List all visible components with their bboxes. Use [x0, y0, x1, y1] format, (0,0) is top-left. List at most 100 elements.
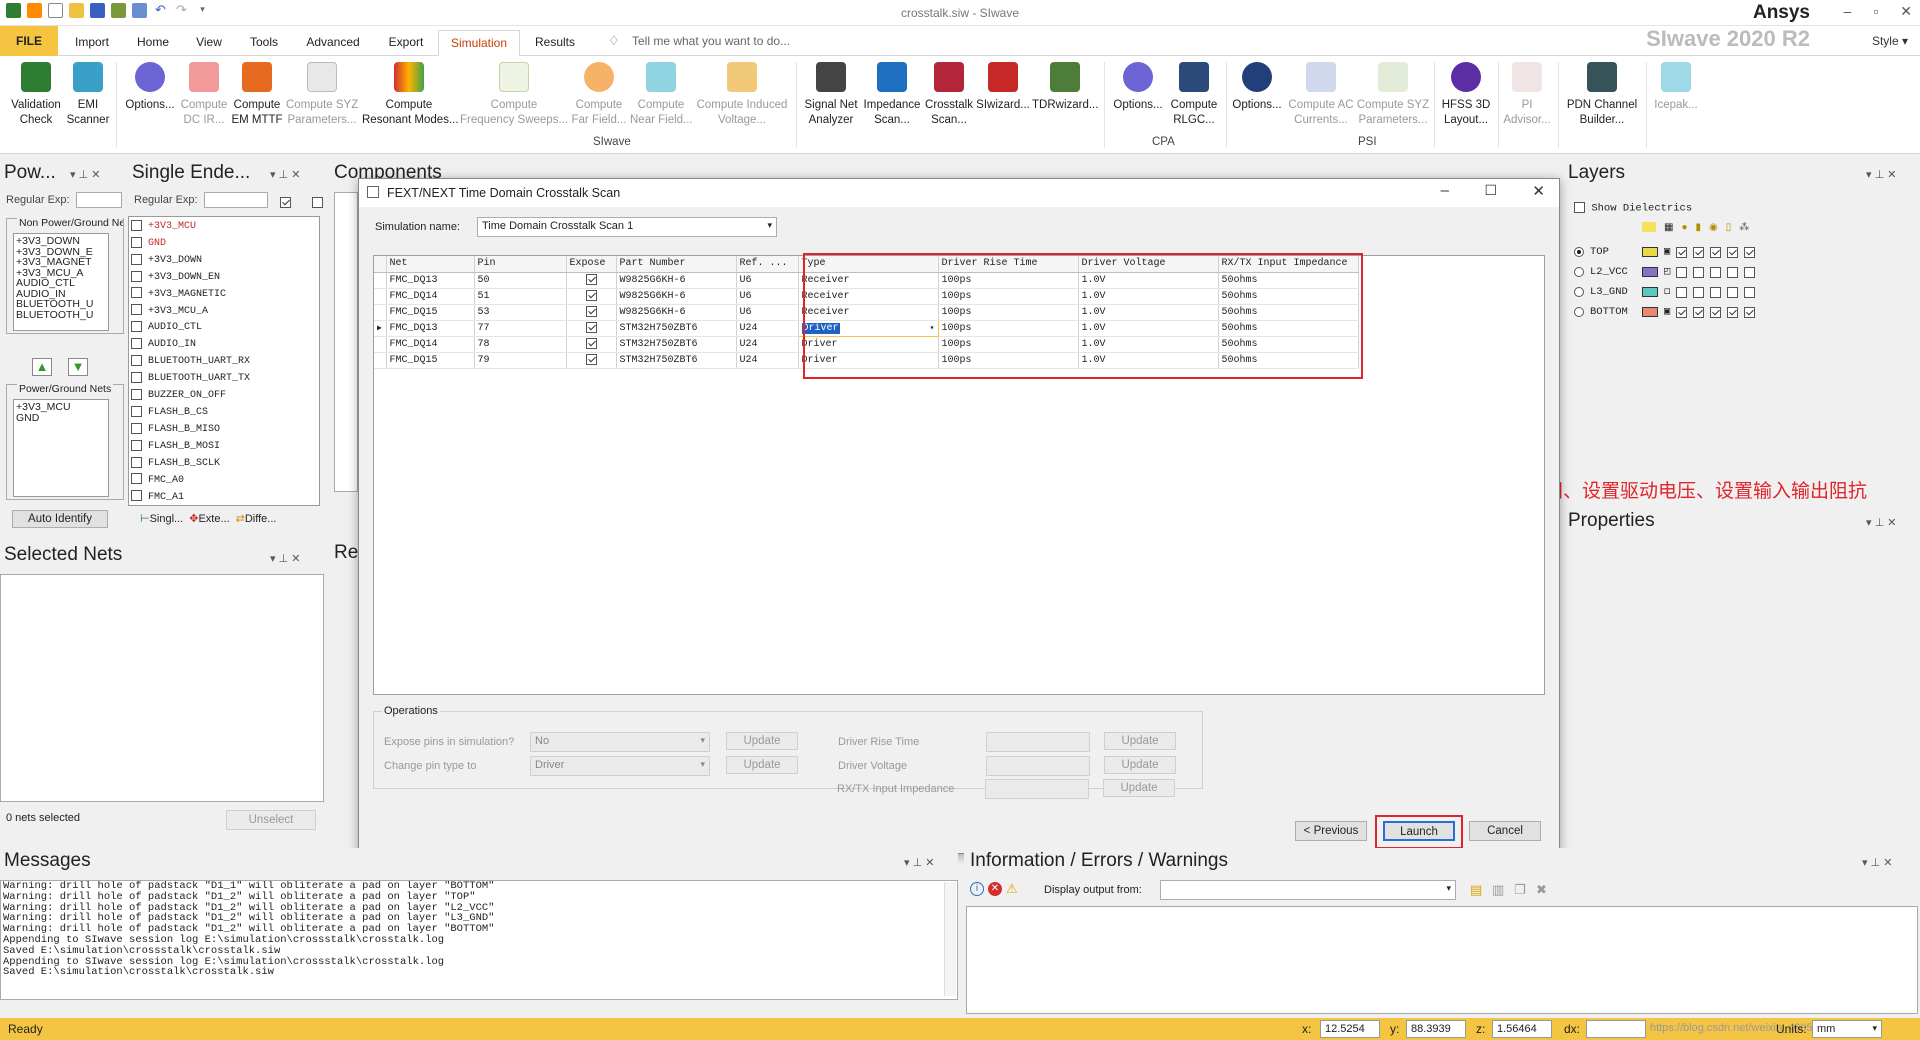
power-panel-controls[interactable]: ▾ ⊥ ✕	[70, 168, 100, 181]
layer-checkbox[interactable]	[1744, 246, 1756, 258]
list-item[interactable]: FMC_A1	[131, 490, 317, 506]
compute-rlgc-button[interactable]: Compute RLGC...	[1166, 62, 1222, 128]
list-item[interactable]: BLUETOOTH_UART_RX	[131, 354, 317, 371]
net-checkbox[interactable]	[131, 236, 142, 248]
layer-color-swatch[interactable]	[1642, 287, 1658, 297]
list-item[interactable]: BLUETOOTH_UART_TX	[131, 371, 317, 388]
layer-visible-checkbox[interactable]	[1676, 246, 1688, 258]
tab-single-ended[interactable]: ⊢Singl...	[140, 512, 183, 532]
pin-type-update-button[interactable]: Update	[726, 756, 798, 774]
list-item[interactable]: BUZZER_ON_OFF	[131, 388, 317, 405]
layer-checkbox[interactable]	[1727, 286, 1739, 298]
show-dielectrics-checkbox[interactable]	[1574, 202, 1585, 213]
net-checkbox[interactable]	[131, 270, 142, 282]
style-menu[interactable]: Style ▾	[1872, 34, 1908, 48]
impedance-cell[interactable]: 50ohms	[1218, 288, 1359, 305]
layer-checkbox[interactable]	[1727, 246, 1739, 258]
row-header[interactable]	[374, 272, 387, 289]
units-select[interactable]: mm ▾	[1812, 1020, 1882, 1038]
list-item[interactable]: GND	[16, 412, 106, 424]
net-checkbox[interactable]	[131, 490, 142, 502]
tab-differential[interactable]: ⇄Diffe...	[236, 512, 277, 532]
layer-pattern[interactable]: ▣	[1664, 302, 1670, 322]
list-item[interactable]: +3V3_MCU_A	[131, 304, 317, 321]
layer-checkbox[interactable]	[1744, 286, 1756, 298]
layer-checkbox[interactable]	[1727, 306, 1739, 318]
dialog-maximize-icon[interactable]: ☐	[1484, 182, 1497, 199]
layer-radio[interactable]	[1574, 267, 1584, 277]
impedance-cell[interactable]: 50ohms	[1218, 320, 1359, 337]
impedance-cell[interactable]: 50ohms	[1218, 304, 1359, 321]
net-checkbox[interactable]	[131, 439, 142, 451]
expose-checkbox[interactable]	[585, 305, 597, 317]
table-row[interactable]: FMC_DQ15 53 W9825G6KH-6 U6 Receiver 100p…	[374, 304, 1359, 321]
list-item[interactable]: +3V3_DOWN	[16, 236, 106, 247]
rise-time-update-button[interactable]: Update	[1104, 732, 1176, 750]
layer-visible-checkbox[interactable]	[1676, 266, 1688, 278]
cancel-button[interactable]: Cancel	[1469, 821, 1541, 841]
compute-far-field-button[interactable]: Compute Far Field...	[570, 62, 628, 128]
selected-nets-list[interactable]	[0, 574, 324, 802]
impedance-scan-button[interactable]: Impedance Scan...	[862, 62, 922, 128]
regex-checkbox[interactable]	[280, 197, 291, 209]
tab-export[interactable]: Export	[378, 30, 434, 56]
net-checkbox[interactable]	[131, 372, 142, 384]
info-controls[interactable]: ▾ ⊥ ✕	[1862, 856, 1892, 869]
tell-me-search[interactable]: Tell me what you want to do...	[632, 34, 790, 48]
rise-time-cell[interactable]: 100ps	[938, 336, 1079, 353]
rise-time-cell[interactable]: 100ps	[938, 288, 1079, 305]
tab-extended[interactable]: ✥Exte...	[189, 512, 229, 532]
net-checkbox[interactable]	[131, 405, 142, 417]
row-header[interactable]: ▶	[374, 320, 387, 337]
tab-file[interactable]: FILE	[0, 26, 58, 56]
column-header[interactable]: Net	[386, 256, 475, 273]
restore-icon[interactable]: ▫	[1873, 3, 1878, 20]
list-item[interactable]: +3V3_MCU	[16, 402, 106, 413]
list-item[interactable]: FLASH_B_MOSI	[131, 439, 317, 456]
compute-ac-currents-button[interactable]: Compute AC Currents...	[1286, 62, 1356, 128]
layer-row-top[interactable]: TOP ▣	[1574, 242, 1756, 262]
move-down-arrow-icon[interactable]: ▼	[68, 358, 88, 376]
list-item[interactable]: AUDIO_CTL	[16, 278, 106, 289]
properties-controls[interactable]: ▾ ⊥ ✕	[1866, 516, 1896, 529]
tab-simulation[interactable]: Simulation	[438, 30, 520, 56]
compute-dcir-button[interactable]: Compute DC IR...	[180, 62, 228, 128]
layer-checkbox[interactable]	[1744, 266, 1756, 278]
hfss-3d-layout-button[interactable]: HFSS 3D Layout...	[1438, 62, 1494, 128]
table-row[interactable]: FMC_DQ14 51 W9825G6KH-6 U6 Receiver 100p…	[374, 288, 1359, 305]
save-log-icon[interactable]: ▥	[1492, 882, 1504, 898]
layer-visible-checkbox[interactable]	[1676, 286, 1688, 298]
move-up-arrow-icon[interactable]: ▲	[32, 358, 52, 376]
info-output-area[interactable]	[966, 906, 1918, 1014]
list-item[interactable]: +3V3_MAGNETIC	[131, 287, 317, 304]
table-row[interactable]: FMC_DQ15 79 STM32H750ZBT6 U24 Driver 100…	[374, 352, 1359, 369]
copy-icon[interactable]: ❐	[1514, 882, 1526, 898]
layer-radio[interactable]	[1574, 287, 1584, 297]
expose-update-button[interactable]: Update	[726, 732, 798, 750]
impedance-cell[interactable]: 50ohms	[1218, 352, 1359, 369]
signal-net-analyzer-button[interactable]: Signal Net Analyzer	[800, 62, 862, 128]
impedance-cell[interactable]: 50ohms	[1218, 336, 1359, 353]
layer-color-swatch[interactable]	[1642, 267, 1658, 277]
nonpower-nets-list[interactable]: +3V3_DOWN +3V3_DOWN_E +3V3_MAGNET +3V3_M…	[13, 233, 109, 331]
power-nets-list[interactable]: +3V3_MCU GND	[13, 399, 109, 497]
list-item[interactable]: FLASH_B_MISO	[131, 422, 317, 439]
layer-checkbox[interactable]	[1710, 266, 1722, 278]
list-item[interactable]: +3V3_DOWN_EN	[131, 270, 317, 287]
layer-checkbox[interactable]	[1693, 286, 1705, 298]
column-header[interactable]: Driver Voltage	[1078, 256, 1219, 273]
layer-row-bottom[interactable]: BOTTOM ▣	[1574, 302, 1756, 322]
list-item[interactable]: FLASH_B_CS	[131, 405, 317, 422]
column-header[interactable]: Part Number	[616, 256, 737, 273]
row-header[interactable]	[374, 336, 387, 353]
voltage-cell[interactable]: 1.0V	[1078, 320, 1219, 337]
layer-checkbox[interactable]	[1710, 246, 1722, 258]
net-checkbox[interactable]	[131, 456, 142, 468]
compute-resonant-modes-button[interactable]: Compute Resonant Modes...	[362, 62, 459, 128]
rise-time-cell[interactable]: 100ps	[938, 320, 1079, 337]
auto-identify-button[interactable]: Auto Identify	[12, 510, 108, 528]
compute-syz-button[interactable]: Compute SYZ Parameters...	[286, 62, 358, 128]
expose-checkbox[interactable]	[585, 273, 597, 285]
net-checkbox[interactable]	[131, 287, 142, 299]
compute-near-field-button[interactable]: Compute Near Field...	[630, 62, 693, 128]
